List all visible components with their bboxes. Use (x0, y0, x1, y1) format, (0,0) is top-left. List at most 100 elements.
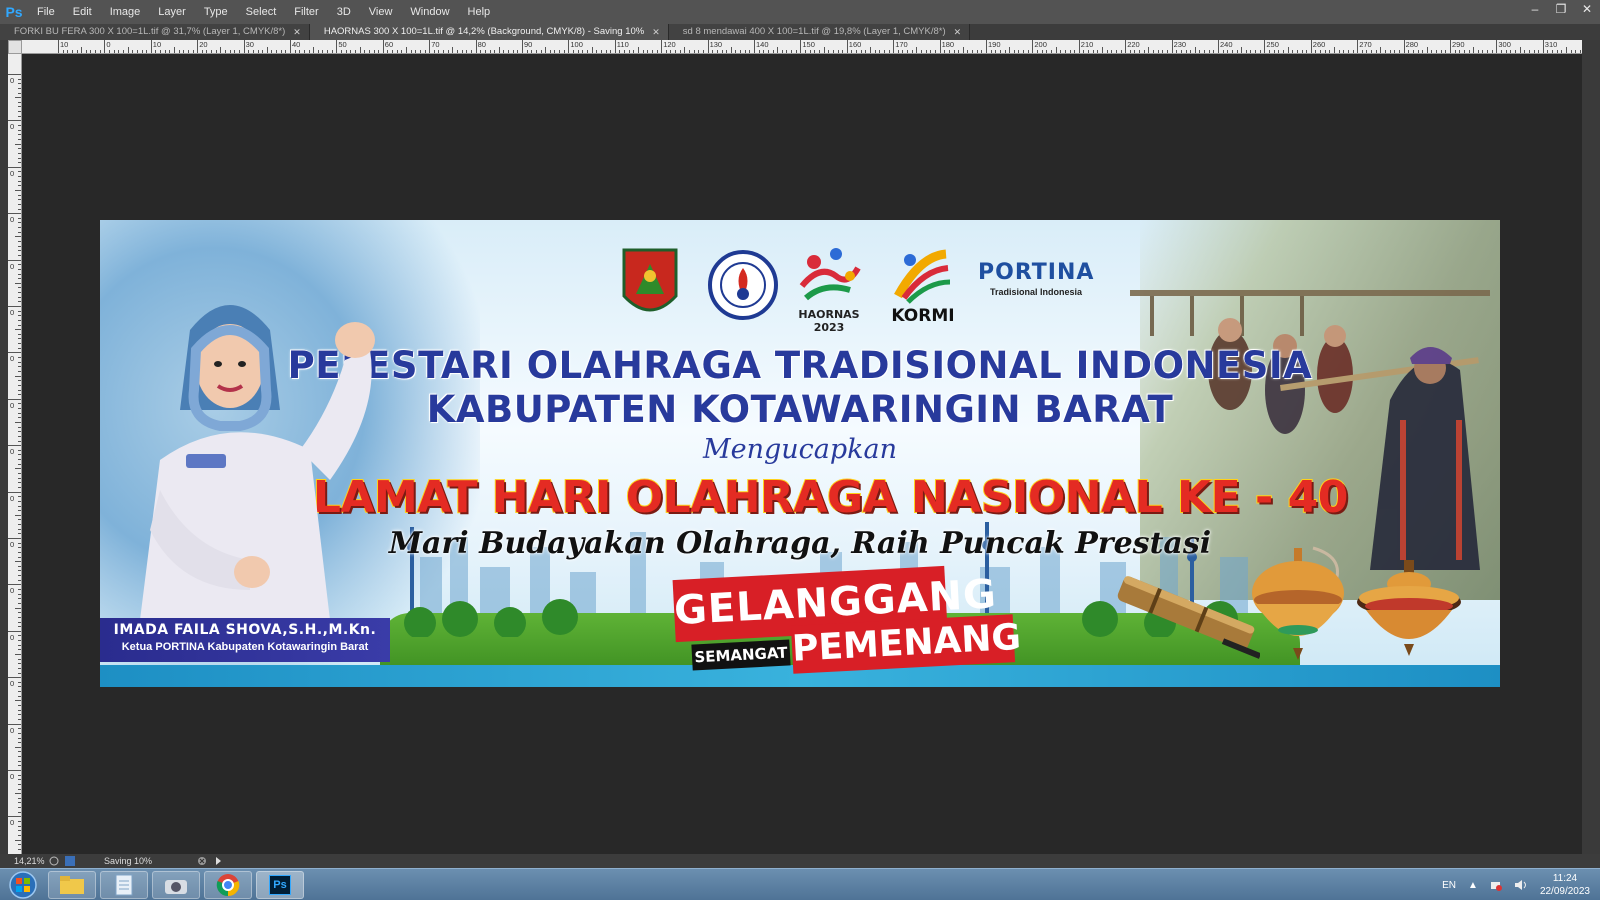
restore-icon[interactable]: ❐ (1548, 0, 1574, 18)
ruler-h-minor-tick (781, 50, 783, 53)
ruler-v-label: 0 (10, 400, 15, 410)
ruler-h-minor-tick (791, 50, 793, 53)
ruler-origin[interactable] (8, 40, 22, 54)
ruler-h-minor-tick (758, 50, 760, 53)
ruler-v-minor-tick (18, 524, 21, 526)
ruler-h-minor-tick (526, 50, 528, 53)
ruler-v-minor-tick (18, 686, 21, 688)
ruler-v-minor-tick (18, 528, 21, 530)
ruler-h-minor-tick (132, 50, 134, 53)
network-warning-icon[interactable] (1490, 879, 1502, 891)
ketua-title: Ketua PORTINA Kabupaten Kotawaringin Bar… (121, 641, 369, 653)
tab-haornas[interactable]: HAORNAS 300 X 100=1L.tif @ 14,2% (Backgr… (309, 24, 669, 40)
menu-image[interactable]: Image (101, 0, 150, 24)
ruler-v-minor-tick (18, 663, 21, 665)
ruler-h-minor-tick (805, 50, 807, 53)
ruler-h-minor-tick (396, 50, 398, 53)
ruler-h-minor-tick (1371, 50, 1373, 53)
menu-select[interactable]: Select (237, 0, 286, 24)
ruler-h-minor-tick (948, 50, 950, 53)
ruler-h-minor-tick (238, 50, 240, 53)
show-hidden-icons-icon[interactable]: ▲ (1468, 880, 1478, 891)
document-profile-icon[interactable] (49, 856, 59, 866)
ruler-v-minor-tick (15, 143, 21, 145)
ruler-h-minor-tick (1176, 50, 1178, 53)
menu-filter[interactable]: Filter (285, 0, 327, 24)
ruler-v-minor-tick (18, 658, 21, 660)
ruler-h-minor-tick (1394, 50, 1396, 53)
ruler-h-minor-tick (225, 50, 227, 53)
ruler-h-label: 290 (1452, 40, 1465, 49)
ruler-h-minor-tick (1102, 47, 1103, 53)
ruler-h-minor-tick (503, 50, 505, 53)
zoom-level[interactable]: 14,21% (0, 856, 46, 866)
chrome-icon[interactable] (204, 871, 252, 899)
tab-forki[interactable]: FORKI BU FERA 300 X 100=1L.tif @ 31,7% (… (0, 24, 310, 40)
ruler-h-minor-tick (410, 50, 412, 53)
ruler-h-minor-tick (832, 50, 834, 53)
status-menu-arrow-icon[interactable] (213, 856, 223, 866)
ruler-h-minor-tick (364, 50, 366, 53)
ruler-h-minor-tick (1440, 50, 1442, 53)
ruler-h-tick (104, 40, 106, 53)
ruler-h-minor-tick (1060, 50, 1062, 53)
close-icon[interactable]: ✕ (1574, 0, 1600, 18)
ruler-v-minor-tick (18, 593, 21, 595)
ruler-v-minor-tick (18, 380, 21, 382)
menu-type[interactable]: Type (195, 0, 237, 24)
ruler-v-tick (8, 445, 21, 447)
ruler-h-label: 20 (199, 40, 208, 49)
menu-file[interactable]: File (28, 0, 64, 24)
ruler-h-minor-tick (447, 50, 449, 53)
ruler-h-minor-tick (1445, 50, 1447, 53)
ruler-h-minor-tick (1431, 50, 1433, 53)
volume-icon[interactable] (1514, 879, 1528, 891)
menu-3d[interactable]: 3D (328, 0, 360, 24)
vertical-ruler[interactable]: 0 0 0 0 0 0 0 0 0 0 0 0 0 0 0 0 0 (8, 54, 22, 854)
ruler-v-minor-tick (15, 793, 21, 795)
language-indicator[interactable]: EN (1442, 880, 1456, 891)
ruler-h-minor-tick (220, 47, 222, 53)
cancel-save-icon[interactable] (197, 856, 207, 866)
clock[interactable]: 11:24 22/09/2023 (1540, 872, 1590, 898)
ruler-h-minor-tick (1389, 50, 1391, 53)
ruler-v-minor-tick (18, 672, 21, 674)
canvas-banner[interactable]: HAORNAS 2023 KORMI PORTINA Tradisional I… (100, 220, 1500, 687)
close-icon[interactable]: ✕ (652, 24, 660, 40)
ruler-v-minor-tick (18, 505, 21, 507)
ruler-h-tick (382, 40, 384, 53)
horizontal-ruler[interactable]: 10 0 10 20 30 40 50 60 70 80 90 100 110 120 130 140 150 1… (22, 40, 1582, 54)
start-button[interactable] (4, 870, 42, 900)
ruler-v-minor-tick (18, 848, 21, 850)
ruler-h-minor-tick (1505, 50, 1507, 53)
explorer-icon[interactable] (48, 871, 96, 899)
ruler-h-minor-tick (679, 50, 681, 53)
close-icon[interactable]: ✕ (293, 24, 301, 40)
menu-window[interactable]: Window (401, 0, 458, 24)
ruler-h-minor-tick (930, 50, 932, 53)
ruler-h-minor-tick (1046, 50, 1048, 53)
ruler-h-tick (1032, 40, 1034, 53)
ruler-h-minor-tick (76, 50, 78, 53)
ruler-h-minor-tick (1547, 50, 1549, 53)
ruler-v-tick (8, 630, 21, 632)
ruler-h-minor-tick (972, 50, 974, 53)
ruler-h-minor-tick (201, 50, 203, 53)
menu-help[interactable]: Help (459, 0, 500, 24)
photoshop-icon[interactable]: Ps (256, 871, 304, 899)
ruler-h-minor-tick (633, 50, 635, 53)
portina-wordmark: PORTINA (978, 260, 1095, 285)
ruler-h-minor-tick (345, 50, 347, 53)
menu-view[interactable]: View (360, 0, 402, 24)
ruler-h-minor-tick (856, 50, 858, 53)
minimize-icon[interactable]: – (1522, 0, 1548, 18)
camera-icon[interactable] (152, 871, 200, 899)
tab-label: FORKI BU FERA 300 X 100=1L.tif @ 31,7% (… (14, 26, 286, 37)
haornas-logo-icon (799, 248, 861, 301)
ruler-h-label: 270 (1359, 40, 1372, 49)
menu-layer[interactable]: Layer (149, 0, 195, 24)
menu-edit[interactable]: Edit (64, 0, 101, 24)
notepad-icon[interactable] (100, 871, 148, 899)
tab-mendawai[interactable]: sd 8 mendawai 400 X 100=1L.tif @ 19,8% (… (668, 24, 971, 40)
close-icon[interactable]: ✕ (954, 24, 962, 40)
